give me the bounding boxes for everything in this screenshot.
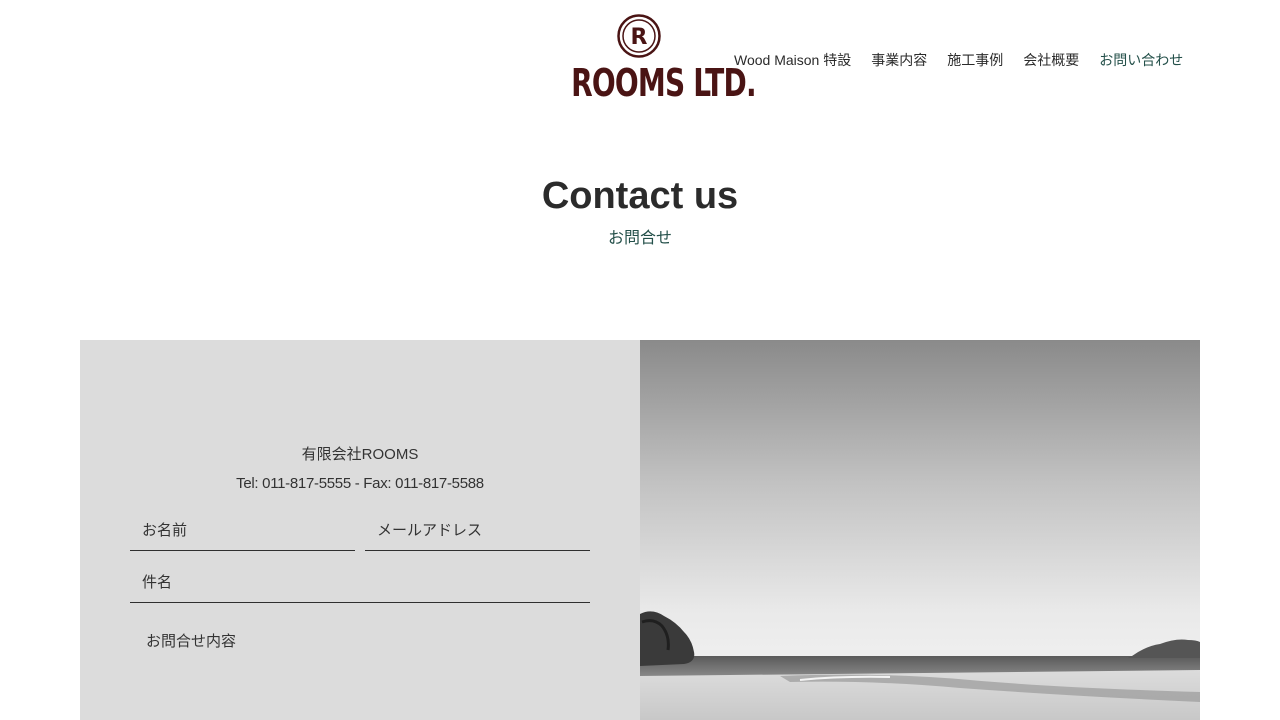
beach-landscape-image: [640, 340, 1200, 720]
logo-r-emblem-icon: R: [617, 14, 661, 58]
nav-item-contact[interactable]: お問い合わせ: [1099, 51, 1183, 69]
name-field[interactable]: [130, 511, 355, 551]
nav-item-company[interactable]: 会社概要: [1023, 51, 1079, 69]
nav-item-business[interactable]: 事業内容: [871, 51, 927, 69]
main-nav: Wood Maison 特設 事業内容 施工事例 会社概要 お問い合わせ: [734, 51, 1183, 69]
logo-text: ROOMS LTD.: [571, 61, 756, 105]
company-name: 有限会社ROOMS: [301, 446, 419, 463]
email-field[interactable]: [365, 511, 590, 551]
message-field[interactable]: [130, 624, 590, 720]
page-subtitle: お問合せ: [607, 230, 672, 247]
tel-fax: Tel: 011-817-5555 - Fax: 011-817-5588: [236, 475, 484, 492]
nav-item-works[interactable]: 施工事例: [947, 51, 1003, 69]
page-title: Contact us: [541, 175, 739, 217]
subject-field[interactable]: [130, 563, 590, 603]
logo-mark-letter: R: [631, 25, 648, 50]
contact-form-panel: 有限会社ROOMS Tel: 011-817-5555 - Fax: 011-8…: [80, 340, 640, 720]
beach-photo: [640, 340, 1200, 720]
logo[interactable]: R ROOMS LTD.: [556, 14, 757, 106]
nav-item-wood-maison[interactable]: Wood Maison 特設: [734, 51, 851, 69]
